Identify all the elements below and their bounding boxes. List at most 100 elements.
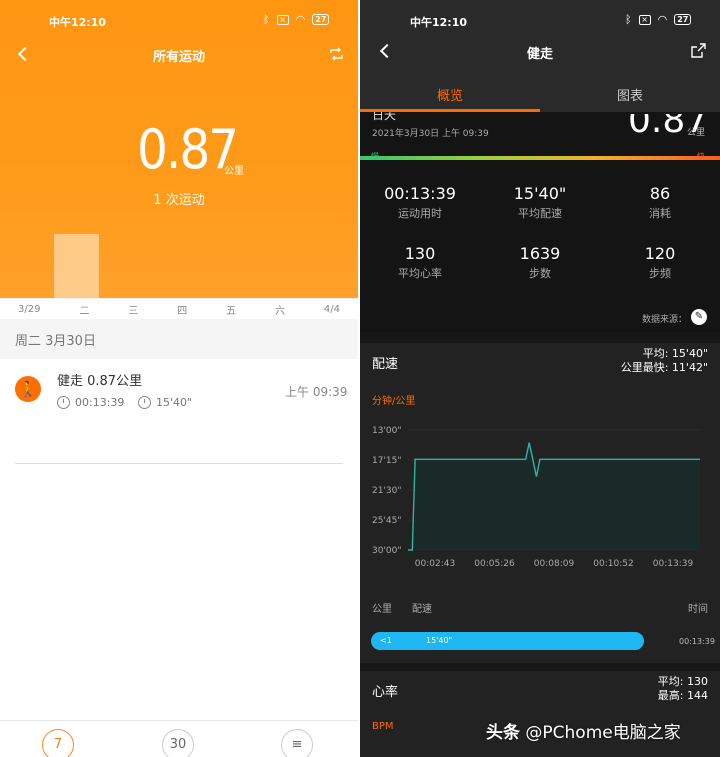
distance-unit: 公里 bbox=[224, 166, 244, 177]
y-tick-label: 21'30" bbox=[372, 486, 402, 496]
pace-panel: 配速 平均: 15'40" 公里最快: 11'42" 分钟/公里 13'00" 1… bbox=[360, 343, 720, 663]
x-tick-label: 00:08:09 bbox=[534, 559, 575, 569]
bluetooth-icon: ᛒ bbox=[625, 13, 632, 26]
heart-rate-panel: 心率 平均: 130 最高: 144 BPM bbox=[360, 671, 720, 757]
speed-slow-label: 慢 bbox=[371, 152, 379, 161]
battery-icon: 27 bbox=[312, 14, 330, 25]
stat-avg-pace: 15'40" 平均配速 bbox=[480, 184, 600, 221]
day-bar-tuesday[interactable] bbox=[54, 234, 99, 298]
page-title: 所有运动 bbox=[152, 50, 205, 65]
stat-value: 00:13:39 bbox=[384, 184, 456, 203]
sim-off-icon: × bbox=[276, 14, 289, 25]
heart-rate-average: 平均: 130 bbox=[657, 675, 708, 688]
stat-value: 86 bbox=[649, 184, 671, 203]
x-tick-label: 00:13:39 bbox=[653, 559, 694, 569]
sim-off-icon: × bbox=[638, 14, 651, 25]
axis-label: 4/4 bbox=[323, 303, 340, 315]
y-tick-label: 30'00" bbox=[372, 546, 402, 556]
speed-fast-label: 快 bbox=[697, 152, 705, 161]
x-tick-label: 00:05:26 bbox=[474, 559, 515, 569]
status-icons: ᛒ × ◠ 27 bbox=[263, 13, 330, 26]
lap-km: <1 bbox=[380, 636, 392, 645]
tab-7-days[interactable]: 7 bbox=[42, 729, 74, 757]
watermark: 头条 @PChome电脑之家 bbox=[486, 718, 681, 743]
page-title: 健走 bbox=[526, 47, 553, 62]
stat-steps: 1639 步数 bbox=[480, 244, 600, 281]
divider bbox=[15, 463, 343, 464]
lap-time: 00:13:39 bbox=[679, 637, 715, 646]
tab-charts[interactable]: 图表 bbox=[540, 85, 720, 104]
pace-unit: 分钟/公里 bbox=[372, 396, 416, 407]
axis-label: 3/29 bbox=[18, 303, 41, 315]
stat-value: 1639 bbox=[519, 244, 561, 263]
col-time-label: 时间 bbox=[688, 604, 708, 615]
y-axis-ticks: 13'00" 17'15" 21'30" 25'45" 30'00" bbox=[372, 426, 402, 556]
right-phone-screen: 中午12:10 ᛒ × ◠ 27 健走 概览 图表 日天 2021年3月30日 … bbox=[360, 0, 720, 757]
y-tick-label: 25'45" bbox=[372, 516, 402, 526]
day-header: 周二 3月30日 bbox=[0, 319, 358, 359]
workout-datetime: 2021年3月30日 上午 09:39 bbox=[372, 129, 489, 139]
stat-label: 消耗 bbox=[649, 207, 671, 220]
duration-value: 00:13:39 bbox=[75, 396, 125, 409]
axis-label: 二 bbox=[79, 305, 90, 317]
pace-value: 15'40" bbox=[156, 396, 193, 409]
stat-label: 步频 bbox=[649, 267, 671, 280]
axis-label: 五 bbox=[226, 305, 237, 317]
axis-label: 四 bbox=[177, 305, 188, 317]
status-time: 中午12:10 bbox=[410, 16, 468, 29]
bluetooth-icon: ᛒ bbox=[263, 13, 270, 26]
watermark-source: 头条 bbox=[486, 723, 520, 743]
pace-summary: 平均: 15'40" 公里最快: 11'42" bbox=[621, 347, 708, 375]
col-km-label: 公里 bbox=[372, 604, 392, 615]
pace-chart: 13'00"17'15"21'30"25'45"30'00" 00:02:43 0… bbox=[372, 426, 700, 569]
tab-overview[interactable]: 概览 bbox=[360, 85, 540, 104]
stat-value: 15'40" bbox=[513, 184, 567, 203]
x-tick-label: 00:02:43 bbox=[415, 559, 455, 569]
activity-item[interactable]: 🚶 健走 0.87公里 00:13:39 15'40" 上午 09:39 bbox=[0, 359, 358, 464]
bpm-unit: BPM bbox=[372, 721, 394, 732]
sync-icon[interactable] bbox=[329, 47, 344, 61]
x-tick-label: 00:10:52 bbox=[593, 559, 633, 569]
lap-bar bbox=[371, 632, 644, 650]
stat-label: 平均配速 bbox=[518, 207, 562, 220]
heart-rate-max: 最高: 144 bbox=[657, 689, 708, 702]
activity-duration: 00:13:39 bbox=[57, 396, 124, 409]
stat-label: 平均心率 bbox=[398, 267, 442, 280]
speed-gradient-bar bbox=[360, 156, 720, 160]
walking-icon: 🚶 bbox=[15, 376, 41, 402]
lap-pace: 15'40" bbox=[426, 636, 453, 645]
tab-menu[interactable]: ≡ bbox=[281, 729, 313, 757]
data-source-icon[interactable]: ✎ bbox=[691, 309, 707, 325]
pace-average: 平均: 15'40" bbox=[642, 347, 708, 360]
tab-30-days[interactable]: 30 bbox=[162, 729, 194, 757]
week-axis: 3/29 二 三 四 五 六 4/4 bbox=[0, 298, 358, 319]
left-phone-screen: 中午12:10 ᛒ × ◠ 27 所有运动 0.87 公里 1 次运动 3/29… bbox=[0, 0, 358, 757]
x-axis-ticks: 00:02:43 00:05:26 00:08:09 00:10:52 00:13:39 bbox=[415, 559, 694, 569]
detail-header: 中午12:10 ᛒ × ◠ 27 健走 概览 图表 bbox=[360, 0, 720, 112]
heart-rate-summary: 平均: 130 最高: 144 bbox=[658, 675, 708, 703]
stat-label: 步数 bbox=[529, 267, 551, 280]
stat-cadence: 120 步频 bbox=[600, 244, 720, 281]
data-source-label: 数据来源： bbox=[642, 315, 688, 325]
y-tick-label: 13'00" bbox=[372, 426, 402, 436]
col-pace-label: 配速 bbox=[412, 604, 432, 615]
overview-summary: 日天 2021年3月30日 上午 09:39 0.87 公里 慢 快 00:13… bbox=[360, 112, 720, 332]
battery-icon: 27 bbox=[674, 14, 692, 25]
share-icon[interactable] bbox=[691, 43, 706, 58]
clock-icon bbox=[57, 396, 70, 409]
total-distance: 0.87 bbox=[137, 118, 239, 181]
stat-value: 120 bbox=[644, 244, 676, 263]
heart-rate-title: 心率 bbox=[372, 685, 399, 700]
stat-label: 运动用时 bbox=[398, 207, 442, 220]
axis-label: 六 bbox=[275, 305, 285, 317]
activity-time: 上午 09:39 bbox=[285, 385, 348, 399]
stat-value: 130 bbox=[404, 244, 436, 263]
status-time: 中午12:10 bbox=[49, 16, 107, 29]
wifi-icon: ◠ bbox=[295, 13, 306, 26]
bottom-tabbar: 7 30 ≡ bbox=[0, 720, 358, 757]
y-tick-label: 17'15" bbox=[372, 456, 402, 466]
wifi-icon: ◠ bbox=[657, 13, 668, 26]
activity-count: 1 次运动 bbox=[153, 193, 205, 208]
stat-avg-heart-rate: 130 平均心率 bbox=[360, 244, 480, 281]
axis-label: 三 bbox=[128, 305, 139, 317]
